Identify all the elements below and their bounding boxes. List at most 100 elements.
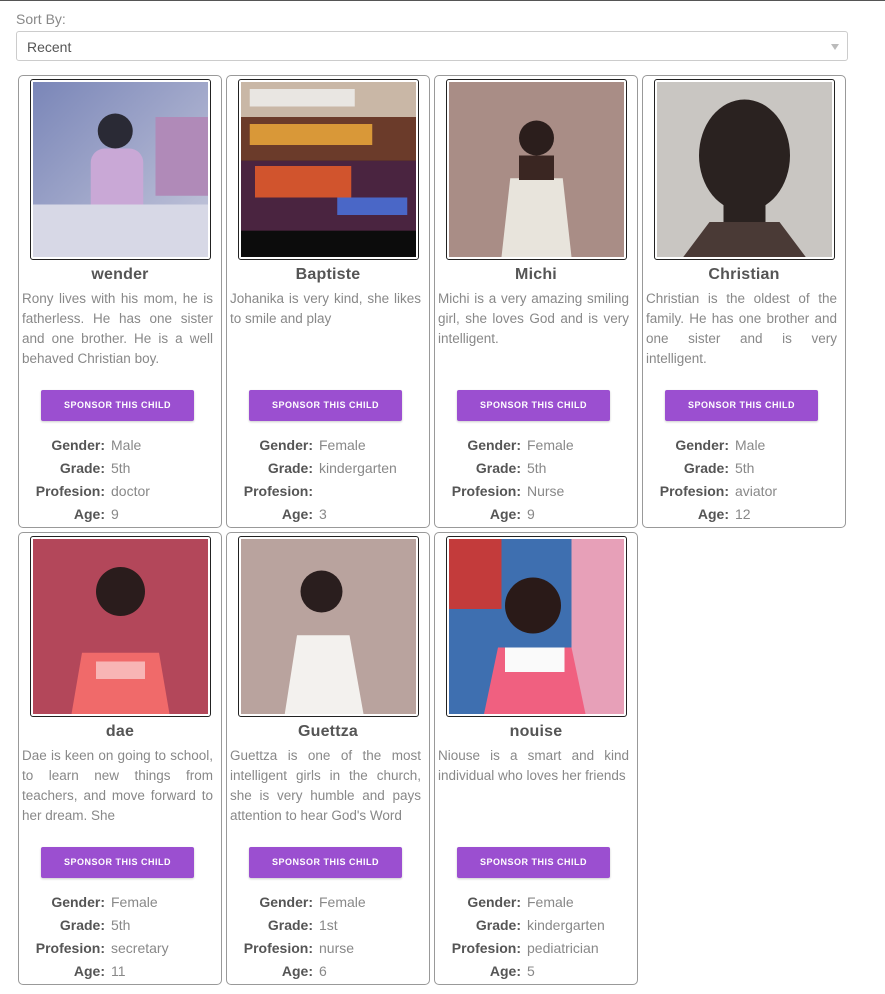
sponsor-child-button[interactable]: SPONSOR THIS CHILD: [249, 390, 402, 421]
grade-value: kindergarten: [319, 460, 397, 476]
gender-value: Female: [319, 437, 366, 453]
child-info: Gender: Female Grade: 5th Profesion: Nurse …: [435, 436, 637, 528]
child-card: dae Dae is keen on going to school, to l…: [18, 532, 222, 985]
child-bio: Dae is keen on going to school, to learn…: [22, 748, 213, 823]
child-card: Christian Christian is the oldest of the…: [642, 75, 846, 528]
age-label: Age:: [489, 963, 521, 979]
child-photo-frame[interactable]: [238, 79, 419, 260]
profesion-value: nurse: [319, 940, 355, 956]
grade-label: Grade:: [59, 460, 105, 476]
child-bio: Johanika is very kind, she likes to smil…: [230, 291, 421, 326]
gender-value: Female: [111, 894, 158, 910]
profesion-value: pediatrician: [527, 940, 599, 956]
sort-by-label: Sort By:: [16, 11, 66, 27]
child-card: wender Rony lives with his mom, he is fa…: [18, 75, 222, 528]
sponsor-child-button[interactable]: SPONSOR THIS CHILD: [249, 847, 402, 878]
age-label: Age:: [73, 506, 105, 522]
gender-label: Gender:: [259, 894, 313, 910]
gender-value: Male: [735, 437, 766, 453]
child-photo: [33, 539, 208, 714]
profesion-label: Profesion:: [243, 940, 313, 956]
child-photo: [449, 539, 624, 714]
children-grid: wender Rony lives with his mom, he is fa…: [18, 75, 850, 985]
child-photo-frame[interactable]: [30, 79, 211, 260]
gender-value: Female: [527, 894, 574, 910]
child-photo-frame[interactable]: [654, 79, 835, 260]
profesion-value: secretary: [111, 940, 169, 956]
profesion-label: Profesion:: [35, 483, 105, 499]
gender-value: Female: [527, 437, 574, 453]
age-label: Age:: [73, 963, 105, 979]
grade-value: 1st: [319, 917, 338, 933]
age-value: 6: [319, 963, 327, 979]
gender-label: Gender:: [467, 894, 521, 910]
child-name: dae: [105, 723, 135, 740]
child-photo-frame[interactable]: [446, 536, 627, 717]
grade-label: Grade:: [683, 460, 729, 476]
grade-label: Grade:: [267, 460, 313, 476]
sponsor-child-button[interactable]: SPONSOR THIS CHILD: [457, 390, 610, 421]
profesion-value: aviator: [735, 483, 778, 499]
child-name: Christian: [708, 266, 780, 283]
grade-value: 5th: [111, 460, 131, 476]
child-photo-frame[interactable]: [446, 79, 627, 260]
profesion-value: Nurse: [527, 483, 565, 499]
sort-select[interactable]: Recent: [16, 31, 848, 61]
age-value: 5: [527, 963, 535, 979]
child-name: wender: [91, 266, 149, 283]
child-bio: Guettza is one of the most intelligent g…: [230, 748, 421, 823]
child-info: Gender: Male Grade: 5th Profesion: aviator …: [643, 436, 845, 528]
child-photo: [449, 82, 624, 257]
child-bio: Christian is the oldest of the family. H…: [646, 291, 837, 366]
child-card: Guettza Guettza is one of the most intel…: [226, 532, 430, 985]
sponsor-child-button[interactable]: SPONSOR THIS CHILD: [41, 390, 194, 421]
child-card: nouise Niouse is a smart and kind indivi…: [434, 532, 638, 985]
grade-value: kindergarten: [527, 917, 605, 933]
child-card: Baptiste Johanika is very kind, she like…: [226, 75, 430, 528]
gender-label: Gender:: [51, 437, 105, 453]
child-bio: Rony lives with his mom, he is fatherles…: [22, 291, 213, 366]
child-name: Guettza: [297, 723, 359, 740]
profesion-label: Profesion:: [243, 483, 313, 499]
profesion-value: [313, 482, 319, 505]
sponsor-child-button[interactable]: SPONSOR THIS CHILD: [665, 390, 818, 421]
child-info: Gender: Female Grade: kindergarten Profesi…: [435, 893, 637, 985]
gender-value: Male: [111, 437, 142, 453]
orphanage-banner-photo: [241, 82, 416, 257]
profesion-value: doctor: [111, 483, 150, 499]
child-info: Gender: Female Grade: kindergarten Profesi…: [227, 436, 429, 528]
grade-label: Grade:: [267, 917, 313, 933]
child-photo: [241, 539, 416, 714]
chevron-down-icon: [831, 44, 839, 50]
sponsor-child-button[interactable]: SPONSOR THIS CHILD: [41, 847, 194, 878]
gender-value: Female: [319, 894, 366, 910]
child-photo-frame[interactable]: [30, 536, 211, 717]
sponsor-child-button[interactable]: SPONSOR THIS CHILD: [457, 847, 610, 878]
age-label: Age:: [281, 506, 313, 522]
child-name: nouise: [509, 723, 563, 740]
grade-value: 5th: [111, 917, 131, 933]
age-value: 9: [111, 506, 119, 522]
child-bio: Michi is a very amazing smiling girl, sh…: [438, 291, 629, 346]
gender-label: Gender:: [259, 437, 313, 453]
gender-label: Gender:: [467, 437, 521, 453]
child-photo: [657, 82, 832, 257]
age-value: 3: [319, 506, 327, 522]
child-name: Michi: [515, 266, 557, 283]
profesion-label: Profesion:: [451, 483, 521, 499]
grade-label: Grade:: [475, 460, 521, 476]
gender-label: Gender:: [675, 437, 729, 453]
grade-label: Grade:: [59, 917, 105, 933]
child-info: Gender: Female Grade: 5th Profesion: secret…: [19, 893, 221, 985]
child-card: Michi Michi is a very amazing smiling gi…: [434, 75, 638, 528]
grade-label: Grade:: [475, 917, 521, 933]
age-label: Age:: [697, 506, 729, 522]
profesion-label: Profesion:: [659, 483, 729, 499]
child-bio: Niouse is a smart and kind individual wh…: [438, 748, 629, 783]
age-label: Age:: [281, 963, 313, 979]
child-photo: [33, 82, 208, 257]
profesion-label: Profesion:: [451, 940, 521, 956]
sort-selected-value: Recent: [27, 39, 72, 55]
child-photo-frame[interactable]: [238, 536, 419, 717]
age-label: Age:: [489, 506, 521, 522]
